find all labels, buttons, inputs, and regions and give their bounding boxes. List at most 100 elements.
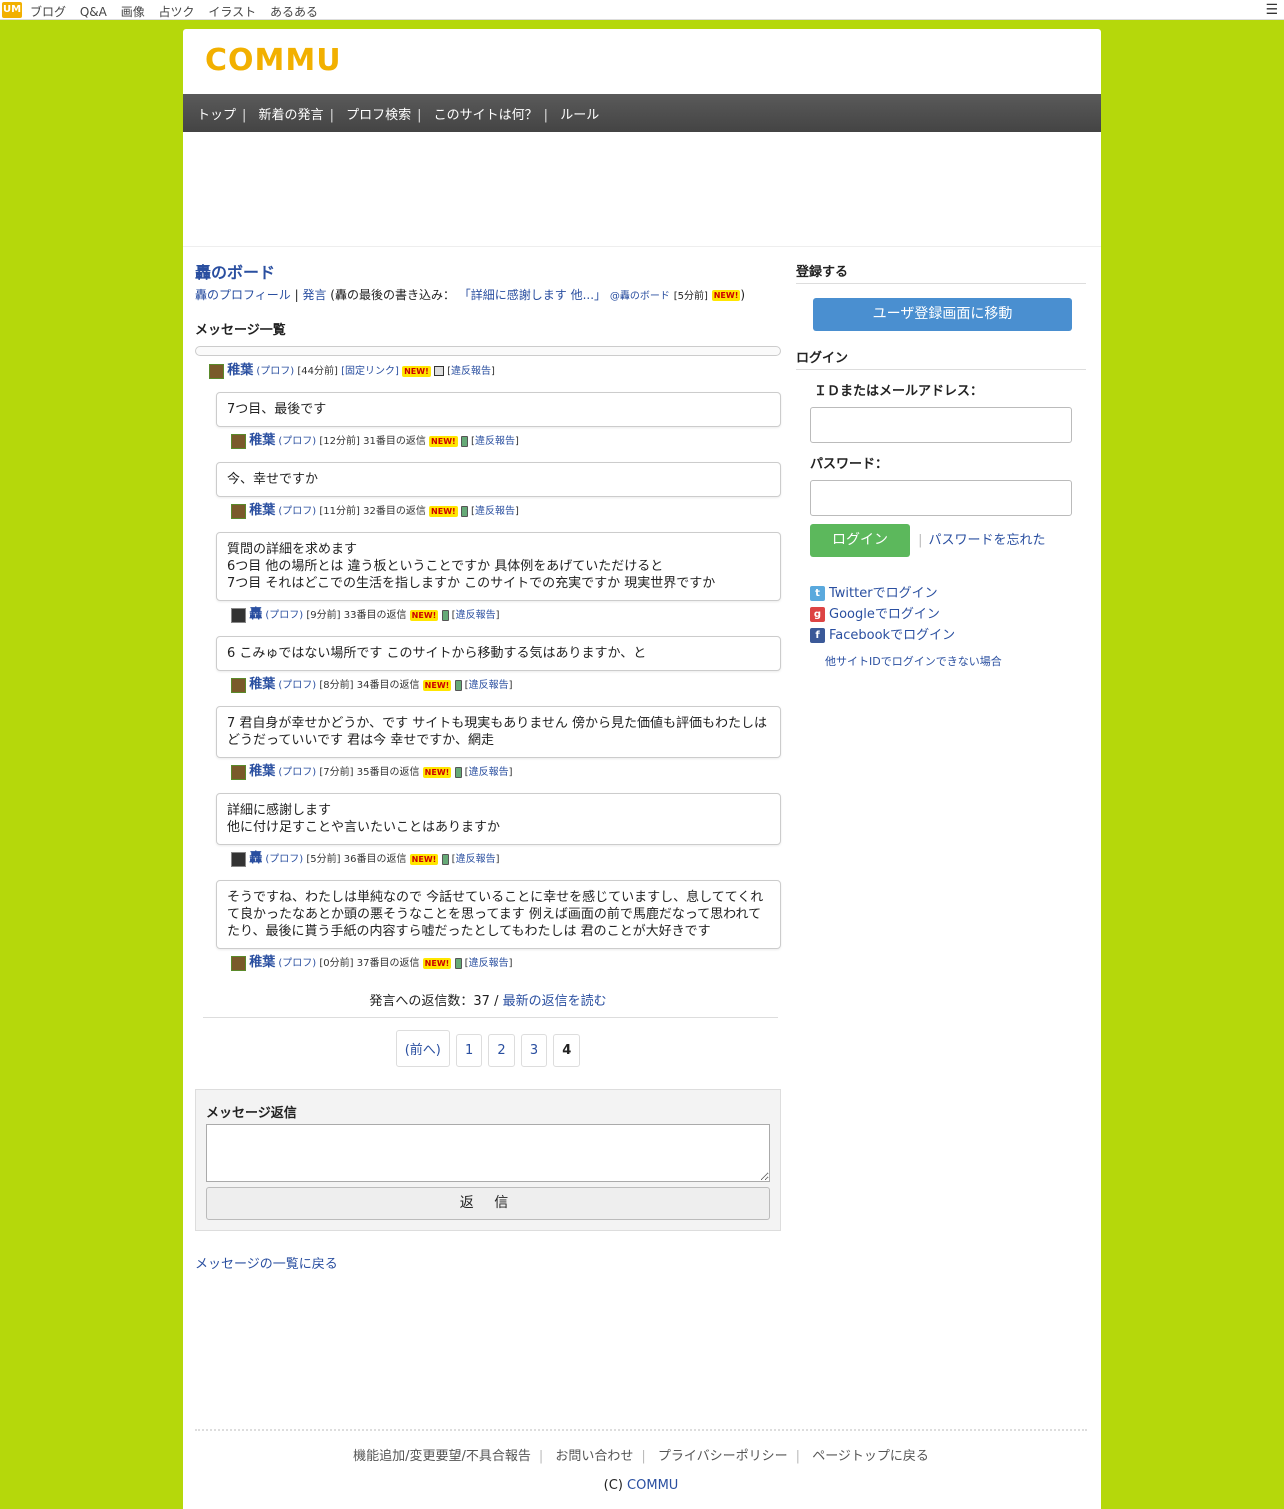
prof-link[interactable]: (プロフ) (278, 958, 316, 969)
site-logo[interactable]: COMMU (205, 43, 342, 78)
author-name[interactable]: 稚葉 (249, 677, 275, 692)
copyright-prefix: (C) (603, 1478, 623, 1493)
reply-textarea[interactable] (206, 1124, 770, 1182)
top-nav-illust[interactable]: イラスト (208, 5, 256, 19)
new-badge: NEW! (422, 957, 452, 969)
global-nav: トップ | 新着の発言 | プロフ検索 | このサイトは何？ | ルール (183, 94, 1101, 132)
twitter-icon: t (810, 586, 825, 601)
author-name[interactable]: 稚葉 (249, 764, 275, 779)
facebook-login[interactable]: f Facebookでログイン (810, 624, 1086, 645)
other-login-help-link[interactable]: 他サイトIDでログインできない場合 (825, 653, 1086, 669)
um-logo-icon[interactable]: UM (2, 2, 22, 18)
nav-profile-search[interactable]: プロフ検索 (346, 108, 411, 123)
reply-message: そうですね、わたしは単純なので 今話せていることに幸せを感じていますし、息してて… (216, 880, 781, 949)
page-prev[interactable]: (前へ) (395, 1030, 450, 1067)
report-link[interactable]: 違反報告 (469, 958, 509, 969)
prof-link[interactable]: (プロフ) (278, 680, 316, 691)
latest-replies-link[interactable]: 最新の返信を読む (503, 994, 607, 1009)
report-link[interactable]: 違反報告 (451, 366, 491, 377)
reply-message: 7つ目、最後です (216, 392, 781, 427)
prof-link[interactable]: (プロフ) (265, 854, 303, 865)
page-2[interactable]: 2 (488, 1034, 515, 1067)
register-title: 登録する (796, 261, 1086, 284)
twitter-login[interactable]: t Twitterでログイン (810, 582, 1086, 603)
nav-about[interactable]: このサイトは何？ (434, 108, 538, 123)
password-label: パスワード： (810, 457, 889, 472)
top-nav-aruaru[interactable]: あるある (270, 5, 318, 19)
author-name[interactable]: 稚葉 (249, 503, 275, 518)
reply-count: 発言への返信数：37 / 最新の返信を読む (195, 990, 781, 1009)
report-link[interactable]: 違反報告 (469, 767, 509, 778)
thread-meta: 稚葉 (プロフ) [44分前] [固定リンク] NEW! [違反報告] (209, 362, 781, 382)
board-title[interactable]: 轟のボード (195, 259, 781, 283)
report-link[interactable]: 違反報告 (475, 506, 515, 517)
nav-top[interactable]: トップ (197, 108, 236, 123)
prof-link[interactable]: (プロフ) (265, 610, 303, 621)
register-button[interactable]: ユーザ登録画面に移動 (813, 298, 1072, 331)
author-name[interactable]: 稚葉 (249, 955, 275, 970)
nav-new-posts[interactable]: 新着の発言 (259, 108, 324, 123)
profile-link[interactable]: 轟のプロフィール (195, 288, 291, 302)
forgot-password-link[interactable]: パスワードを忘れた (929, 533, 1046, 548)
back-to-list-link[interactable]: メッセージの一覧に戻る (195, 1253, 781, 1272)
page-1[interactable]: 1 (455, 1034, 483, 1067)
avatar[interactable] (231, 677, 246, 693)
reply-time: [8分前] (319, 680, 354, 691)
report-link[interactable]: 違反報告 (469, 680, 509, 691)
ad-space (183, 132, 1101, 247)
reply-message: 詳細に感謝します 他に付け足すことや言いたいことはありますか (216, 793, 781, 845)
prof-link[interactable]: (プロフ) (256, 366, 294, 377)
social-login: t Twitterでログイン g Googleでログイン f Facebookでログイ… (810, 582, 1086, 645)
twitter-login-label: Twitterでログイン (829, 586, 938, 601)
fixed-link[interactable]: [固定リンク] (341, 366, 399, 377)
reply-time: [11分前] (319, 506, 360, 517)
prof-link[interactable]: (プロフ) (278, 436, 316, 447)
post-link[interactable]: 発言 (302, 288, 326, 302)
avatar[interactable] (231, 433, 246, 449)
top-nav: ブログ Q&A 画像 占ツク イラスト あるある (30, 3, 328, 20)
top-nav-qa[interactable]: Q&A (80, 5, 107, 19)
author-name[interactable]: 稚葉 (249, 433, 275, 448)
page-3[interactable]: 3 (520, 1034, 548, 1067)
pagination: (前へ) 1 2 3 4 (195, 1030, 781, 1067)
reply-message: 今、幸せですか (216, 462, 781, 497)
footer-feedback-link[interactable]: 機能追加/変更要望/不具合報告 (353, 1449, 531, 1464)
author-name[interactable]: 轟 (249, 607, 262, 622)
author-name[interactable]: 稚葉 (227, 363, 253, 378)
new-badge: NEW! (422, 766, 452, 778)
new-badge: NEW! (409, 853, 439, 865)
report-link[interactable]: 違反報告 (456, 610, 496, 621)
avatar[interactable] (231, 503, 246, 519)
footer-pagetop-link[interactable]: ページトップに戻る (812, 1449, 929, 1464)
avatar[interactable] (231, 607, 246, 623)
footer-links: 機能追加/変更要望/不具合報告 | お問い合わせ | プライバシーポリシー | ページ… (353, 1449, 929, 1464)
author-name[interactable]: 轟 (249, 851, 262, 866)
footer-contact-link[interactable]: お問い合わせ (555, 1449, 633, 1464)
password-input[interactable] (810, 480, 1072, 516)
avatar[interactable] (231, 764, 246, 780)
top-nav-uranai[interactable]: 占ツク (159, 5, 195, 19)
google-icon: g (810, 607, 825, 622)
mobile-phone-icon (454, 957, 462, 969)
footer-privacy-link[interactable]: プライバシーポリシー (658, 1449, 788, 1464)
prof-link[interactable]: (プロフ) (278, 506, 316, 517)
reply-meta: 稚葉 (プロフ) [12分前] 31番目の返信 NEW! [違反報告] (231, 432, 781, 452)
last-post-link[interactable]: 「詳細に感謝します 他...」 (459, 288, 606, 302)
hamburger-icon[interactable]: ☰ (1265, 2, 1278, 18)
id-input[interactable] (810, 407, 1072, 443)
last-post-board[interactable]: @轟のボード (610, 291, 670, 302)
top-nav-image[interactable]: 画像 (121, 5, 145, 19)
avatar[interactable] (231, 851, 246, 867)
login-button[interactable]: ログイン (810, 524, 910, 557)
copyright-link[interactable]: COMMU (627, 1478, 678, 1493)
prof-link[interactable]: (プロフ) (278, 767, 316, 778)
report-link[interactable]: 違反報告 (456, 854, 496, 865)
submit-reply-button[interactable]: 返 信 (206, 1187, 770, 1220)
reply-number: 37番目の返信 (356, 958, 420, 969)
nav-rules[interactable]: ルール (560, 108, 599, 123)
avatar[interactable] (231, 955, 246, 971)
report-link[interactable]: 違反報告 (475, 436, 515, 447)
avatar[interactable] (209, 363, 224, 379)
top-nav-blog[interactable]: ブログ (30, 5, 66, 19)
google-login[interactable]: g Googleでログイン (810, 603, 1086, 624)
